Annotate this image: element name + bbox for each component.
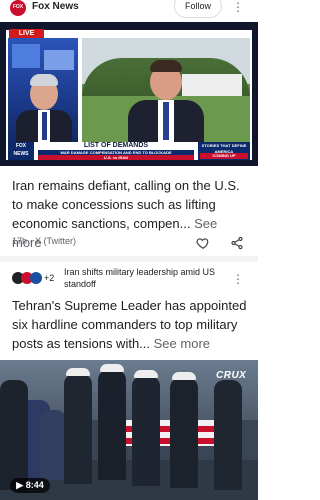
soldier-cap <box>172 372 196 380</box>
see-more-link[interactable]: See more <box>154 336 210 351</box>
source-logo[interactable]: FOX <box>10 0 26 16</box>
feed-divider <box>0 256 258 262</box>
lower-third-bar: U.S. vs IRAN <box>38 155 194 160</box>
share-icon[interactable] <box>230 236 244 250</box>
soldier <box>132 376 160 486</box>
soldier <box>64 374 92 484</box>
spectator <box>40 410 66 480</box>
soldier-cap <box>100 364 124 372</box>
correspondent-panel <box>82 38 250 142</box>
more-sources-count: +2 <box>44 273 55 283</box>
video-watermark: CRUX <box>216 370 247 381</box>
promo-bottom-text: COMING UP <box>200 153 248 159</box>
source-name[interactable]: Fox News <box>32 1 79 12</box>
follow-button[interactable]: Follow <box>174 0 222 18</box>
hero-image[interactable]: LIVE FOX NEWS LIST OF DEMANDS WAR DAMAGE… <box>0 22 258 166</box>
article-meta: 17h · X (Twitter) <box>12 236 77 246</box>
play-icon: ▶ <box>16 480 24 490</box>
fox-news-logo: FOX NEWS <box>8 142 34 160</box>
source-logo-3 <box>30 272 42 284</box>
soldier <box>170 378 198 488</box>
lower-third-title: LIST OF DEMANDS <box>83 142 149 149</box>
article-headline[interactable]: Tehran's Supreme Leader has appointed si… <box>12 296 248 353</box>
more-options-icon[interactable]: ⋮ <box>232 0 244 14</box>
soldier-cap <box>134 370 158 378</box>
source-logo-text: FOX <box>12 4 24 10</box>
more-options-icon[interactable]: ⋮ <box>232 272 244 286</box>
soldier-cap <box>66 368 90 376</box>
soldier <box>98 370 126 480</box>
story-cluster-title[interactable]: Iran shifts military leadership amid US … <box>64 266 224 290</box>
soldier <box>0 380 28 490</box>
soldier <box>214 380 242 490</box>
video-duration-badge[interactable]: ▶ 8:44 <box>10 478 50 493</box>
anchor-panel <box>8 38 78 142</box>
live-badge: LIVE <box>9 29 44 38</box>
heart-icon[interactable] <box>196 236 210 250</box>
